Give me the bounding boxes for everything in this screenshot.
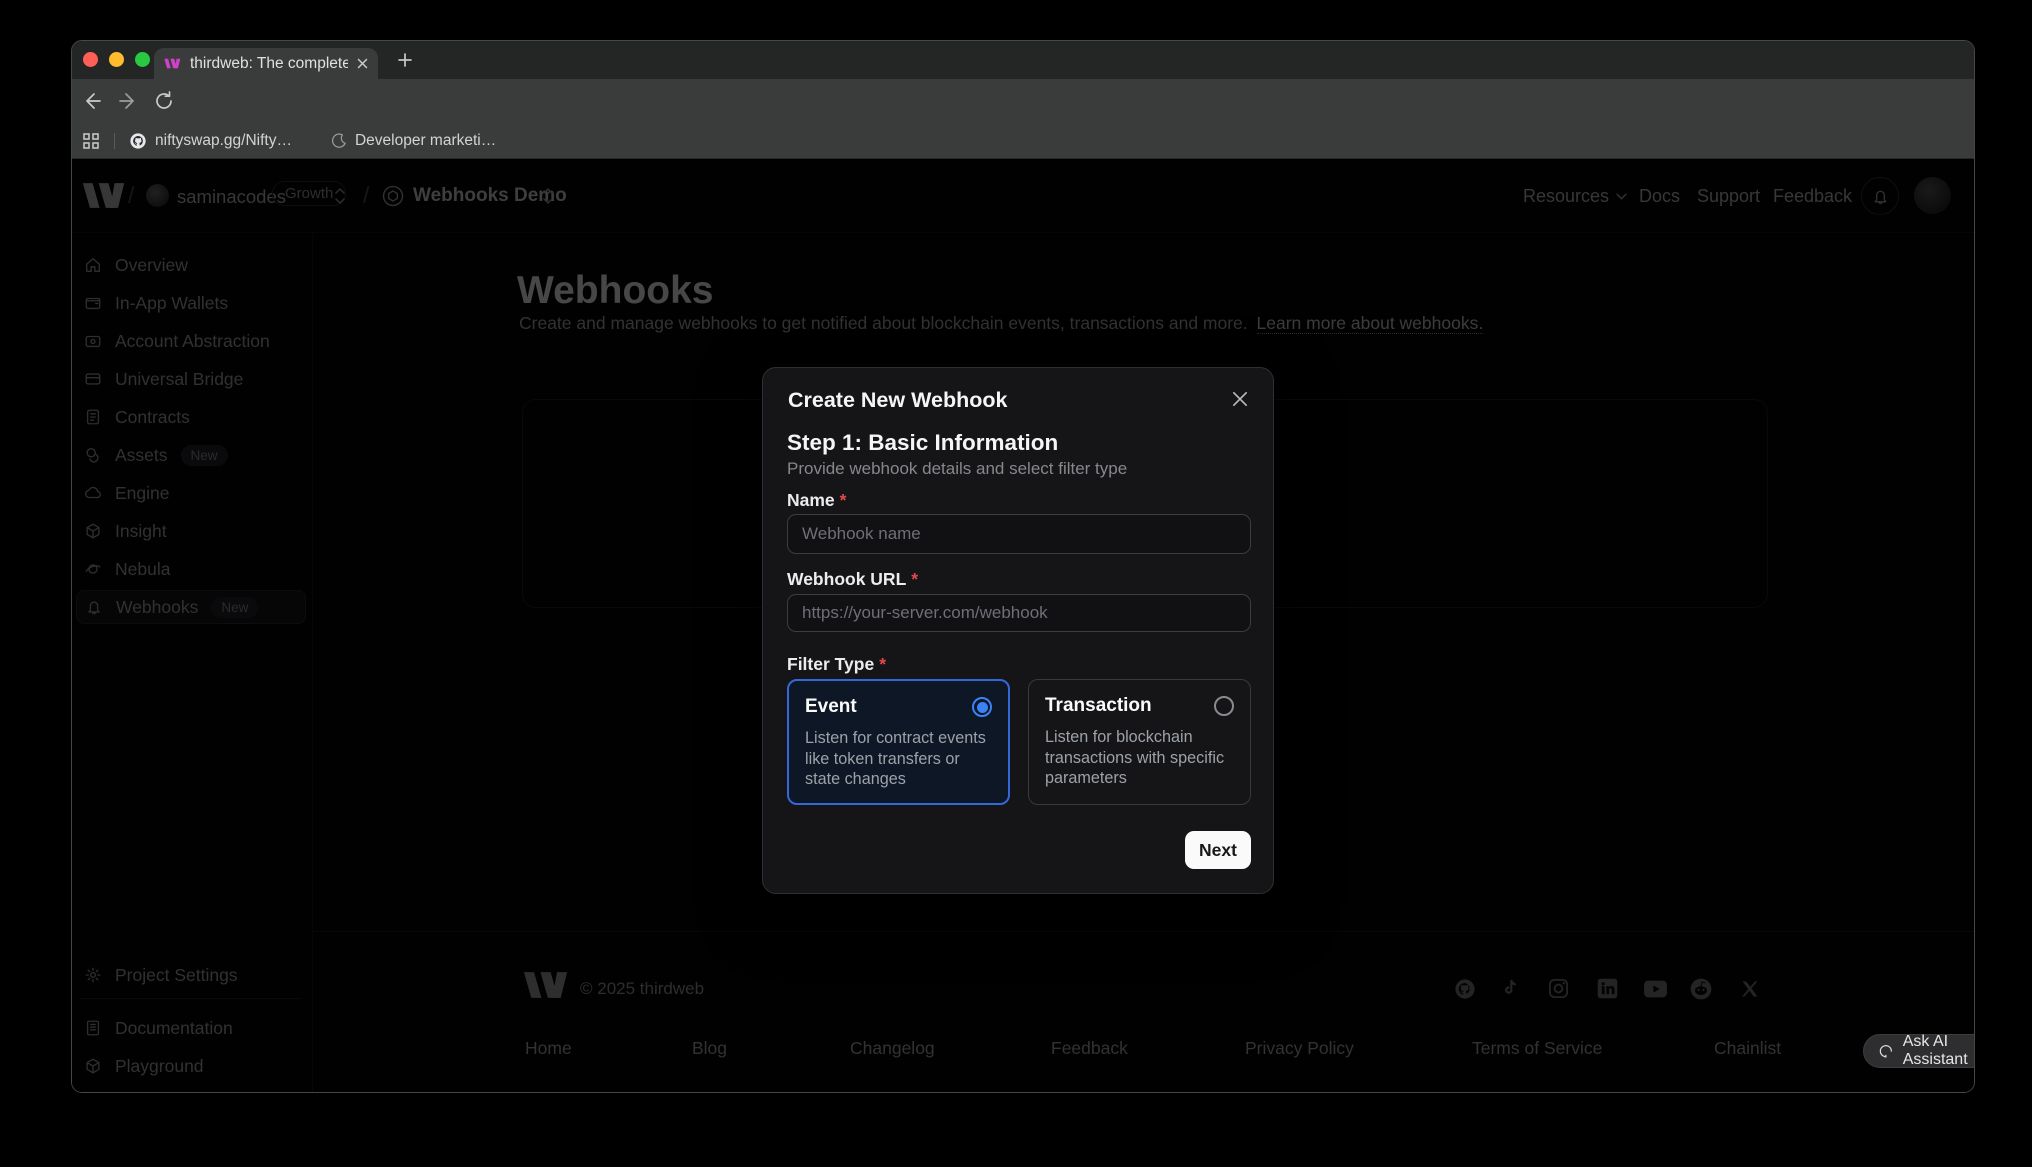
- required-marker: *: [840, 490, 847, 510]
- required-marker: *: [879, 654, 886, 674]
- apps-grid-icon[interactable]: [82, 132, 100, 150]
- transaction-option-title: Transaction: [1045, 695, 1152, 717]
- required-marker: *: [911, 569, 918, 589]
- event-option-title: Event: [805, 696, 857, 718]
- bookmarks-bar: niftyswap.gg/Nifty… Developer marketi… A…: [72, 123, 1974, 159]
- close-window-button[interactable]: [83, 52, 98, 67]
- crescent-favicon-icon: [332, 133, 347, 148]
- bookmark-label: niftyswap.gg/Nifty…: [155, 132, 292, 150]
- github-favicon-icon: [129, 132, 147, 150]
- step-title: Step 1: Basic Information: [787, 430, 1058, 456]
- desktop: thirdweb: The complete web3: [0, 0, 2032, 1167]
- filter-option-transaction[interactable]: Transaction Listen for blockchain transa…: [1028, 679, 1251, 805]
- ask-ai-label: Ask AI Assistant: [1903, 1033, 1975, 1069]
- radio-selected-icon[interactable]: [972, 697, 992, 717]
- tab-strip: thirdweb: The complete web3: [72, 41, 1974, 79]
- forward-icon[interactable]: [116, 89, 140, 118]
- reload-icon[interactable]: [152, 89, 176, 118]
- back-icon[interactable]: [80, 89, 104, 118]
- step-subtitle: Provide webhook details and select filte…: [787, 459, 1127, 479]
- name-field-label: Name*: [787, 490, 846, 511]
- zoom-window-button[interactable]: [135, 52, 150, 67]
- event-option-description: Listen for contract events like token tr…: [805, 728, 993, 790]
- browser-tab[interactable]: thirdweb: The complete web3: [154, 48, 378, 79]
- bookmark-label: Developer marketi…: [355, 132, 496, 150]
- next-button[interactable]: Next: [1185, 831, 1251, 869]
- modal-close-icon[interactable]: [1231, 390, 1249, 413]
- bookmark-item[interactable]: niftyswap.gg/Nifty…: [129, 132, 292, 150]
- radio-unselected-icon[interactable]: [1214, 696, 1234, 716]
- browser-toolbar: [72, 79, 1974, 123]
- browser-window: thirdweb: The complete web3: [71, 40, 1975, 1093]
- url-field-label: Webhook URL*: [787, 569, 918, 590]
- tab-close-icon[interactable]: [357, 58, 368, 69]
- create-webhook-modal: Create New Webhook Step 1: Basic Informa…: [762, 367, 1274, 894]
- tab-favicon-thirdweb-icon: [164, 58, 181, 69]
- webhook-url-input[interactable]: [787, 594, 1251, 632]
- chat-bubble-icon: [1878, 1043, 1894, 1060]
- modal-title: Create New Webhook: [788, 388, 1007, 413]
- tab-title: thirdweb: The complete web3: [190, 55, 348, 73]
- filter-type-label: Filter Type*: [787, 654, 886, 675]
- new-tab-button[interactable]: [394, 49, 416, 76]
- webhook-name-input[interactable]: [787, 514, 1251, 554]
- ask-ai-assistant-button[interactable]: Ask AI Assistant: [1863, 1034, 1975, 1068]
- minimize-window-button[interactable]: [109, 52, 124, 67]
- bookmark-item-2[interactable]: Developer marketi…: [332, 132, 496, 150]
- filter-option-event[interactable]: Event Listen for contract events like to…: [787, 679, 1010, 805]
- transaction-option-description: Listen for blockchain transactions with …: [1045, 727, 1235, 789]
